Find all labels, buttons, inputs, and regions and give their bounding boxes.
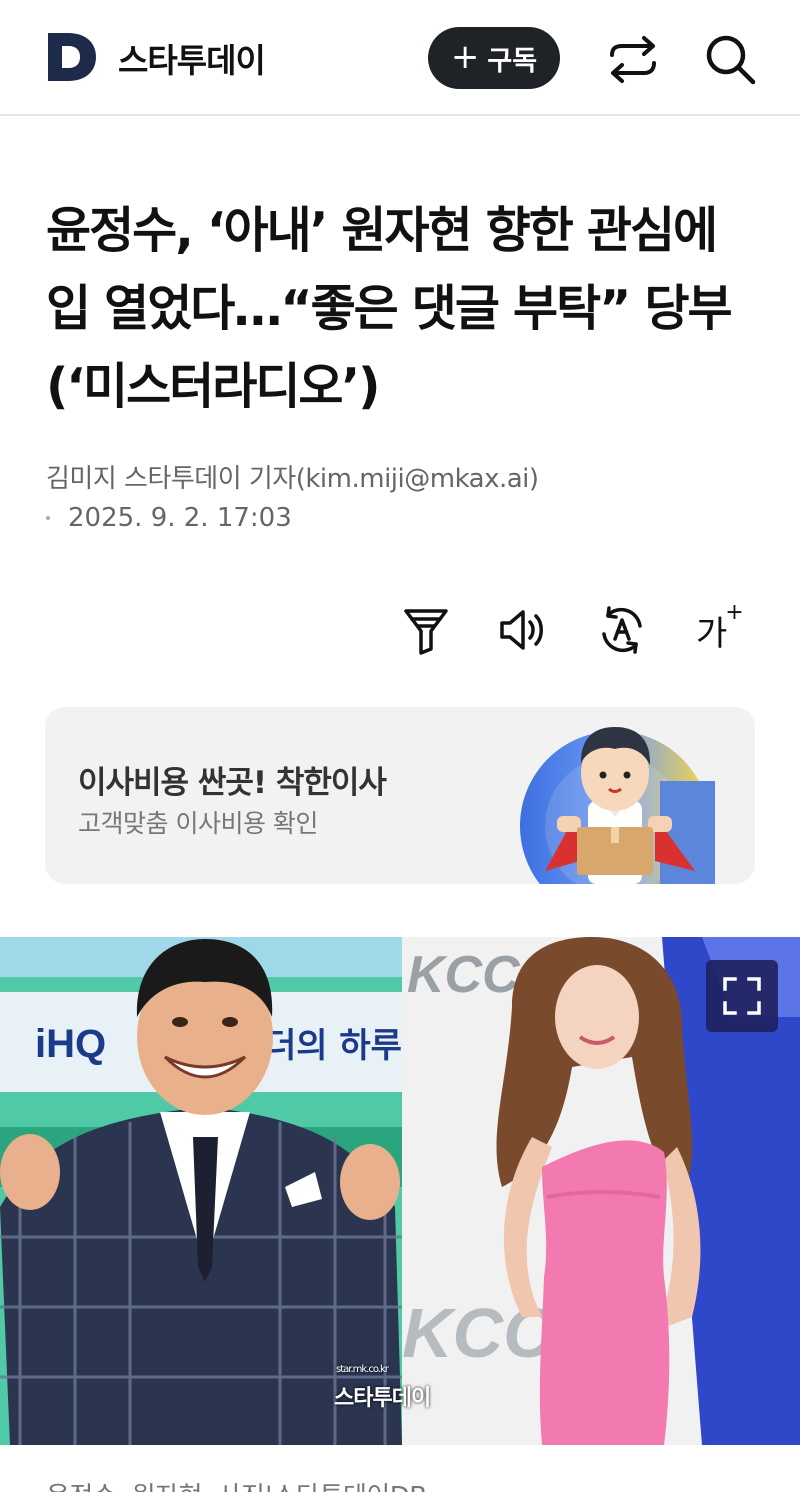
iHQ-sign: iHQ [35, 1022, 106, 1066]
ad-title: 이사비용 싼곳! 착한이사 [78, 765, 387, 801]
watermark-url: star.mk.co.kr [336, 1364, 389, 1375]
photo-watermark: star.mk.co.kr 스타투데이 [334, 1364, 431, 1412]
bullet-icon [46, 516, 50, 520]
brand-name[interactable]: 스타투데이 [118, 34, 266, 82]
author-byline[interactable]: 김미지 스타투데이 기자(kim.miji@mkax.ai) [46, 458, 539, 495]
publish-date: 2025. 9. 2. 17:03 [68, 503, 292, 533]
photo-caption: 윤정수, 원자현. 사진|스타투데이DB [46, 1476, 427, 1492]
font-size-label: 가 [696, 614, 728, 654]
subscribe-label: 구독 [487, 45, 538, 77]
ad-subtitle: 고객맞춤 이사비용 확인 [78, 809, 318, 838]
translate-icon[interactable] [596, 604, 648, 656]
speaker-icon[interactable] [496, 604, 548, 656]
top-bar: 스타투데이 + 구독 [0, 0, 800, 116]
expand-icon [723, 977, 761, 1015]
publish-date-row: 2025. 9. 2. 17:03 [46, 503, 292, 533]
plus-icon: + [450, 36, 480, 77]
filter-icon[interactable] [400, 604, 452, 656]
share-icon[interactable] [606, 33, 660, 85]
font-size-button[interactable]: 가+ [696, 600, 746, 655]
watermark-text: 스타투데이 [334, 1386, 431, 1411]
subscribe-button[interactable]: + 구독 [428, 27, 560, 89]
kcc-sign-top: KCC [407, 946, 521, 1004]
logo-icon[interactable] [46, 31, 98, 83]
show-sign: 더의 하루 [265, 1026, 402, 1066]
expand-photo-button[interactable] [706, 960, 778, 1032]
mover-mascot-icon [520, 727, 715, 884]
article-photo[interactable]: iHQ 더의 하루 KCC KCC [0, 937, 800, 1445]
article-headline: 윤정수, ‘아내’ 원자현 향한 관심에 입 열었다…“좋은 댓글 부탁” 당부… [46, 202, 733, 415]
plus-icon: + [725, 599, 744, 625]
search-icon[interactable] [703, 32, 757, 86]
ad-banner[interactable]: 이사비용 싼곳! 착한이사 고객맞춤 이사비용 확인 [45, 707, 755, 884]
